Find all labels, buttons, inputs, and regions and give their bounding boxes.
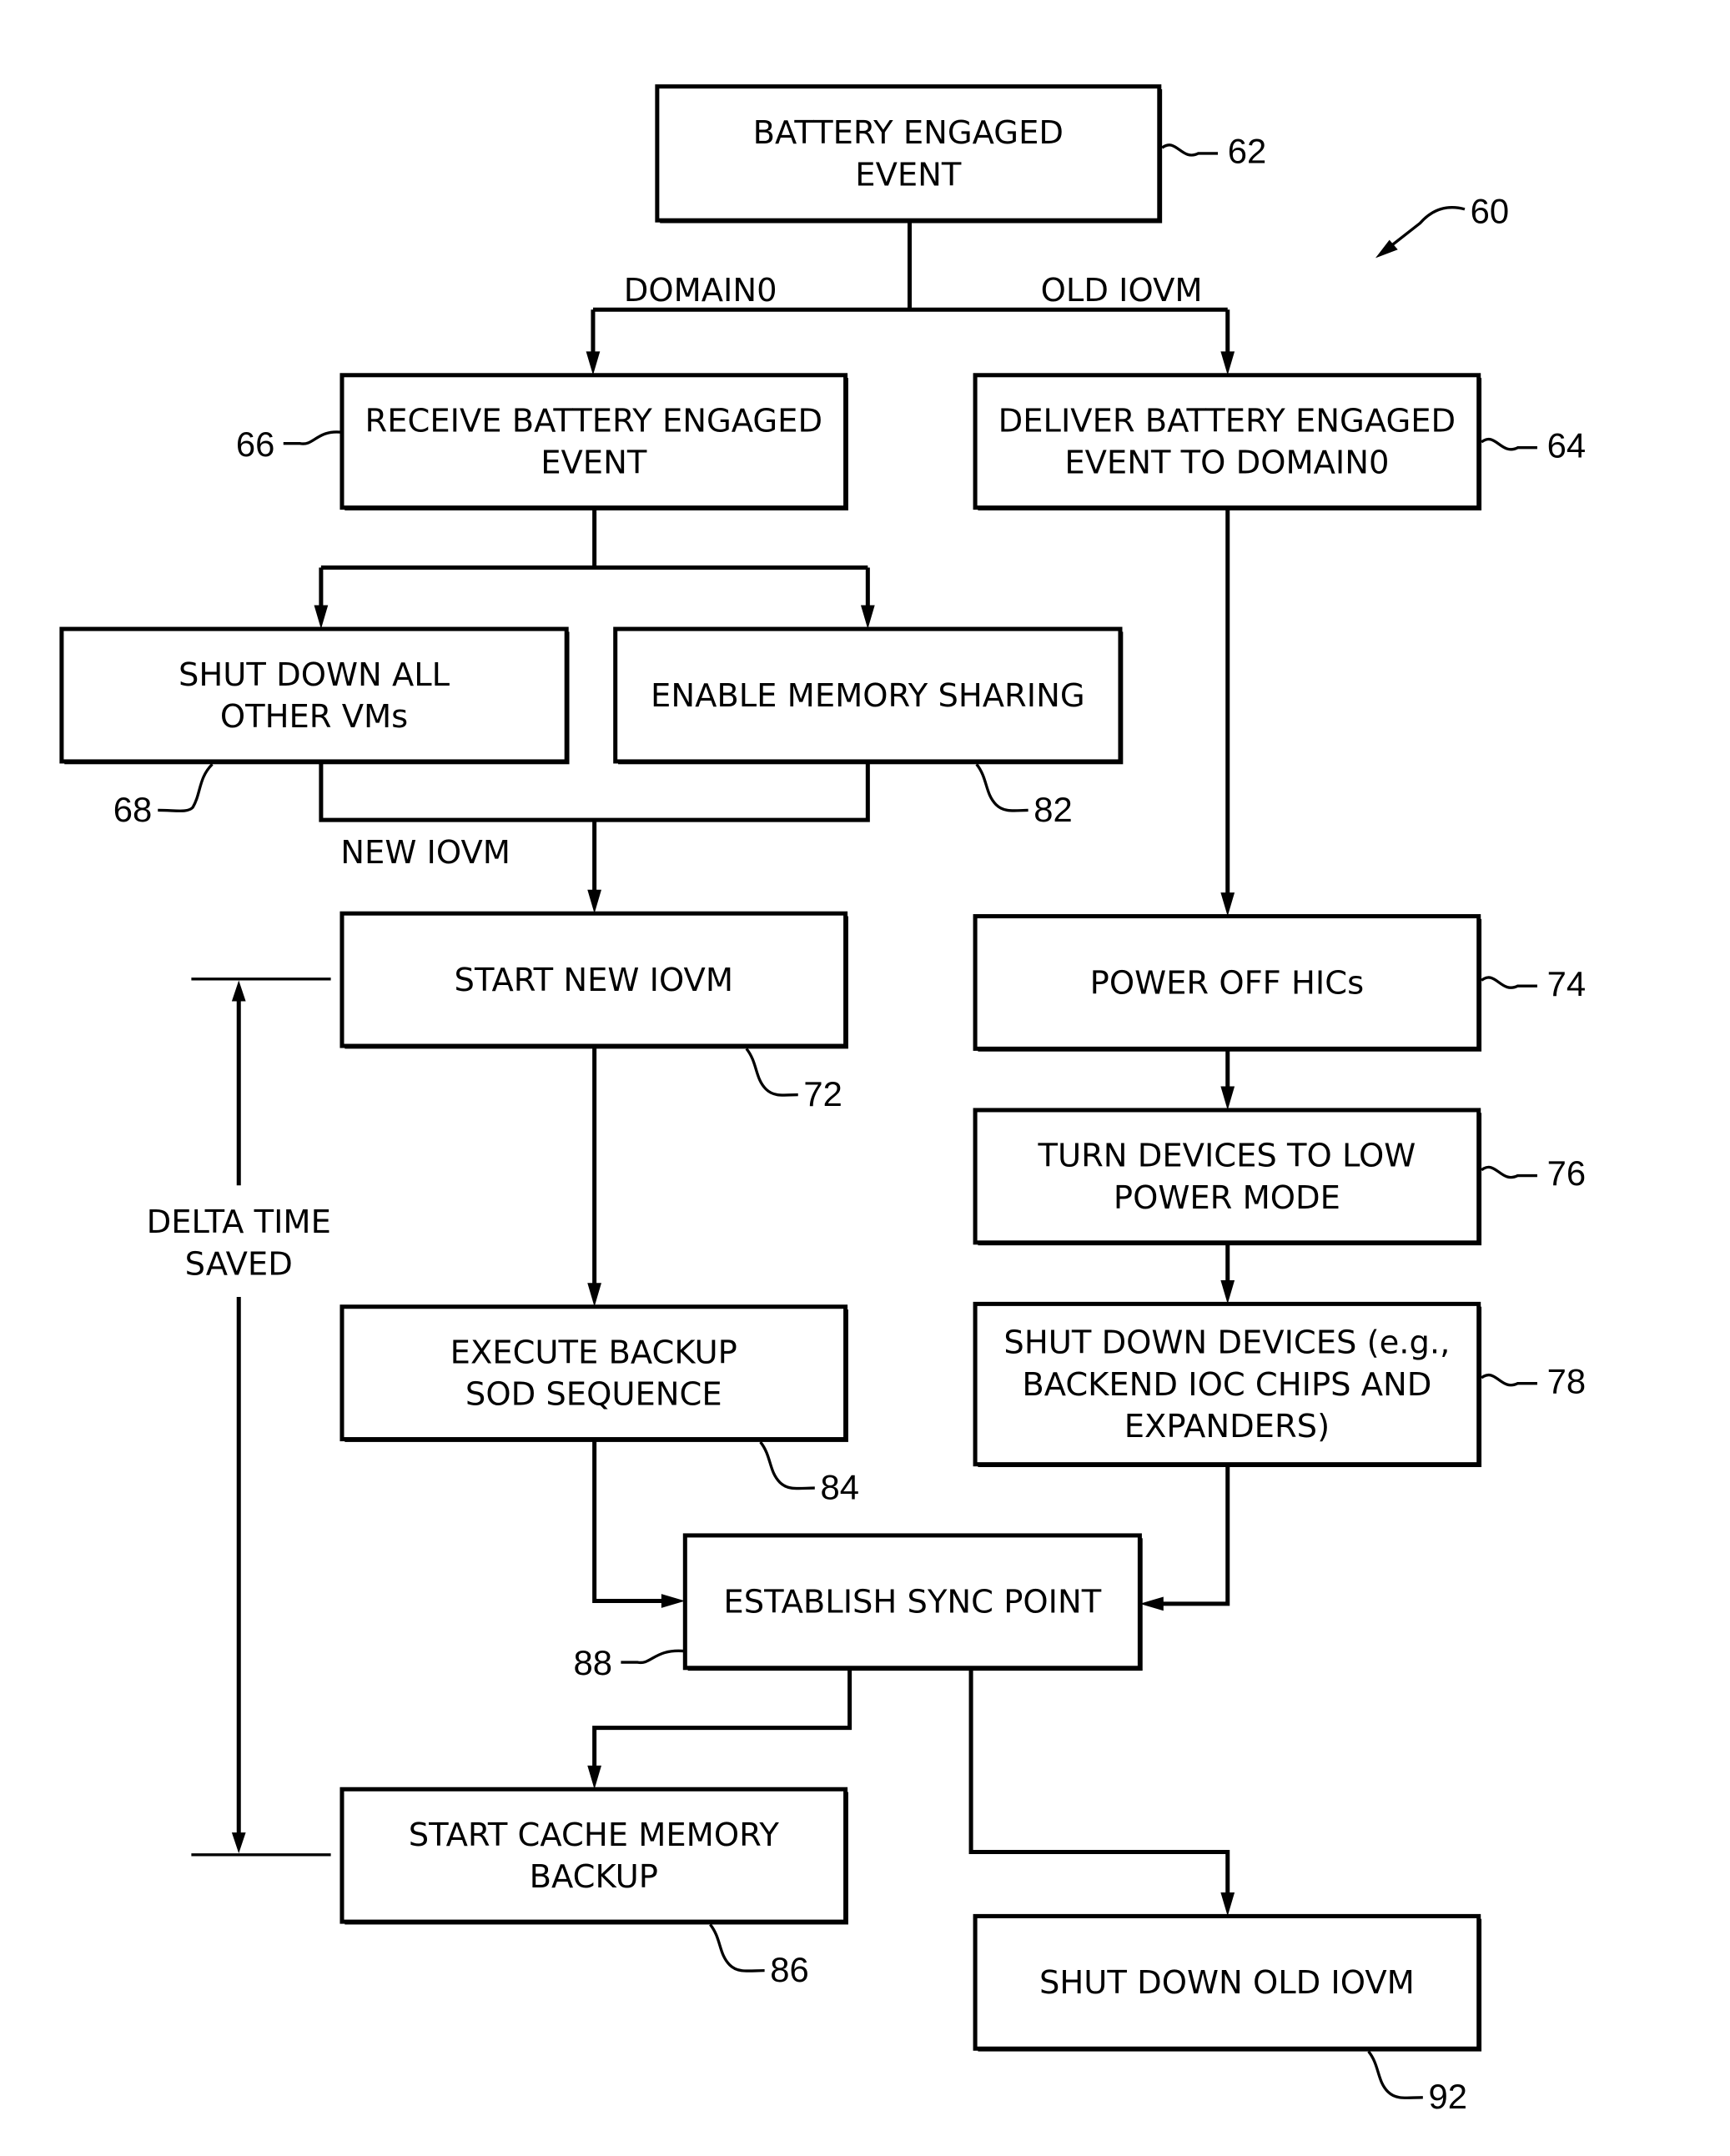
reference-leader	[1481, 976, 1537, 989]
arrowhead	[587, 889, 601, 914]
reference-leader	[1481, 1373, 1537, 1387]
delta-time-label: DELTA TIME	[147, 1204, 331, 1241]
figure-reference-number: 60	[1471, 192, 1510, 231]
delta-arrowhead-up	[231, 980, 246, 1002]
process-box-62: BATTERY ENGAGED EVENT	[655, 84, 1163, 224]
arrowhead	[1220, 1086, 1235, 1110]
arrowhead	[314, 605, 329, 630]
process-box-66: RECEIVE BATTERY ENGAGED EVENT	[339, 373, 848, 510]
reference-numeral-78: 78	[1547, 1361, 1587, 1400]
reference-numeral-68: 68	[113, 790, 153, 829]
reference-numeral-66: 66	[236, 425, 275, 464]
connector	[319, 761, 870, 894]
box-outline	[973, 1108, 1481, 1245]
process-box-86: START CACHE MEMORY BACKUP	[339, 1787, 848, 1925]
delta-arrowhead-down	[231, 1832, 246, 1854]
box-text-line: EVENT	[541, 445, 647, 482]
connector	[592, 1667, 852, 1770]
box-outline	[973, 373, 1481, 510]
process-box-74: POWER OFF HICs	[973, 914, 1482, 1052]
reference-leader	[759, 1440, 815, 1490]
arrowhead	[1220, 1279, 1235, 1304]
reference-leader	[975, 763, 1028, 812]
box-text-line: EVENT TO DOMAIN0	[1064, 445, 1389, 482]
process-box-64: DELIVER BATTERY ENGAGED EVENT TO DOMAIN0	[973, 373, 1482, 510]
arrowhead	[1139, 1596, 1164, 1611]
box-text-line: BACKEND IOC CHIPS AND	[1022, 1366, 1431, 1404]
delta-saved-label: SAVED	[185, 1245, 293, 1283]
reference-leader	[1367, 2050, 1423, 2099]
reference-leader	[158, 763, 214, 812]
reference-numeral-82: 82	[1033, 790, 1073, 829]
reference-leader	[1481, 437, 1537, 451]
arrowhead	[1220, 1892, 1235, 1917]
process-box-68: SHUT DOWN ALL OTHER VMs	[59, 626, 570, 765]
box-text-line: RECEIVE BATTERY ENGAGED	[365, 403, 823, 440]
box-outline	[339, 1304, 848, 1442]
reference-leader	[1481, 1165, 1537, 1179]
reference-numeral-92: 92	[1429, 2077, 1468, 2116]
process-box-78: SHUT DOWN DEVICES (e.g., BACKEND IOC CHIP…	[973, 1301, 1482, 1468]
process-box-88: ESTABLISH SYNC POINT	[682, 1533, 1143, 1671]
box-text-line: POWER OFF HICs	[1090, 964, 1364, 1002]
box-text-line: OTHER VMs	[220, 698, 408, 736]
box-text-line: BATTERY ENGAGED	[753, 114, 1064, 152]
box-outline	[655, 84, 1162, 223]
process-box-76: TURN DEVICES TO LOW POWER MODE	[973, 1108, 1482, 1246]
box-text-line: BACKUP	[530, 1858, 658, 1896]
reference-numeral-62: 62	[1228, 132, 1267, 171]
figure-reference-leader	[1386, 206, 1466, 249]
reference-leader	[709, 1923, 765, 1973]
box-text-line: ESTABLISH SYNC POINT	[723, 1584, 1101, 1621]
process-box-82: ENABLE MEMORY SHARING	[613, 626, 1124, 765]
box-outline	[339, 373, 848, 510]
branch-label-domain0: DOMAIN0	[624, 272, 777, 309]
box-text-line: ENABLE MEMORY SHARING	[651, 677, 1085, 715]
reference-numeral-74: 74	[1547, 964, 1587, 1003]
box-text-line: EVENT	[855, 156, 962, 193]
reference-numeral-72: 72	[803, 1074, 842, 1113]
box-text-line: POWER MODE	[1114, 1179, 1340, 1217]
box-outline	[59, 626, 569, 764]
box-text-line: SHUT DOWN DEVICES (e.g.,	[1003, 1324, 1450, 1362]
box-text-line: START CACHE MEMORY	[409, 1817, 780, 1854]
reference-numeral-76: 76	[1547, 1153, 1587, 1193]
box-text-line: EXECUTE BACKUP	[450, 1334, 737, 1371]
connector	[592, 1439, 666, 1604]
box-text-line: SOD SEQUENCE	[465, 1376, 722, 1414]
box-text-line: START NEW IOVM	[455, 962, 733, 999]
arrowhead	[1220, 892, 1235, 917]
box-text-line: SHUT DOWN ALL	[179, 656, 450, 694]
box-text-line: DELIVER BATTERY ENGAGED	[998, 403, 1456, 440]
connector	[319, 507, 870, 610]
reference-numeral-86: 86	[770, 1950, 809, 1989]
branch-label-old-iovm: OLD IOVM	[1041, 272, 1203, 309]
reference-leader	[1161, 143, 1219, 157]
reference-numeral-88: 88	[574, 1643, 613, 1682]
connector	[1159, 1464, 1230, 1606]
arrowhead	[1220, 351, 1235, 375]
connector	[968, 1667, 1230, 1897]
reference-leader	[745, 1048, 798, 1097]
process-box-92: SHUT DOWN OLD IOVM	[973, 1913, 1482, 2052]
box-text-line: SHUT DOWN OLD IOVM	[1039, 1964, 1415, 2002]
arrowhead	[661, 1594, 686, 1608]
arrowhead	[587, 1283, 601, 1307]
arrowhead	[586, 351, 601, 375]
process-box-72: START NEW IOVM	[339, 911, 848, 1049]
box-outline	[339, 1787, 848, 1924]
arrowhead	[587, 1765, 601, 1790]
branch-label-new-iovm: NEW IOVM	[340, 834, 510, 872]
process-box-84: EXECUTE BACKUP SOD SEQUENCE	[339, 1304, 848, 1442]
box-text-line: EXPANDERS)	[1124, 1408, 1330, 1445]
reference-numeral-64: 64	[1547, 425, 1587, 465]
box-text-line: TURN DEVICES TO LOW	[1037, 1138, 1416, 1175]
reference-numeral-84: 84	[820, 1467, 858, 1506]
reference-leader	[283, 430, 343, 445]
flowchart: BATTERY ENGAGEDEVENTRECEIVE BATTERY ENGA…	[59, 84, 1587, 2116]
reference-leader	[621, 1649, 686, 1665]
arrowhead	[860, 605, 875, 630]
